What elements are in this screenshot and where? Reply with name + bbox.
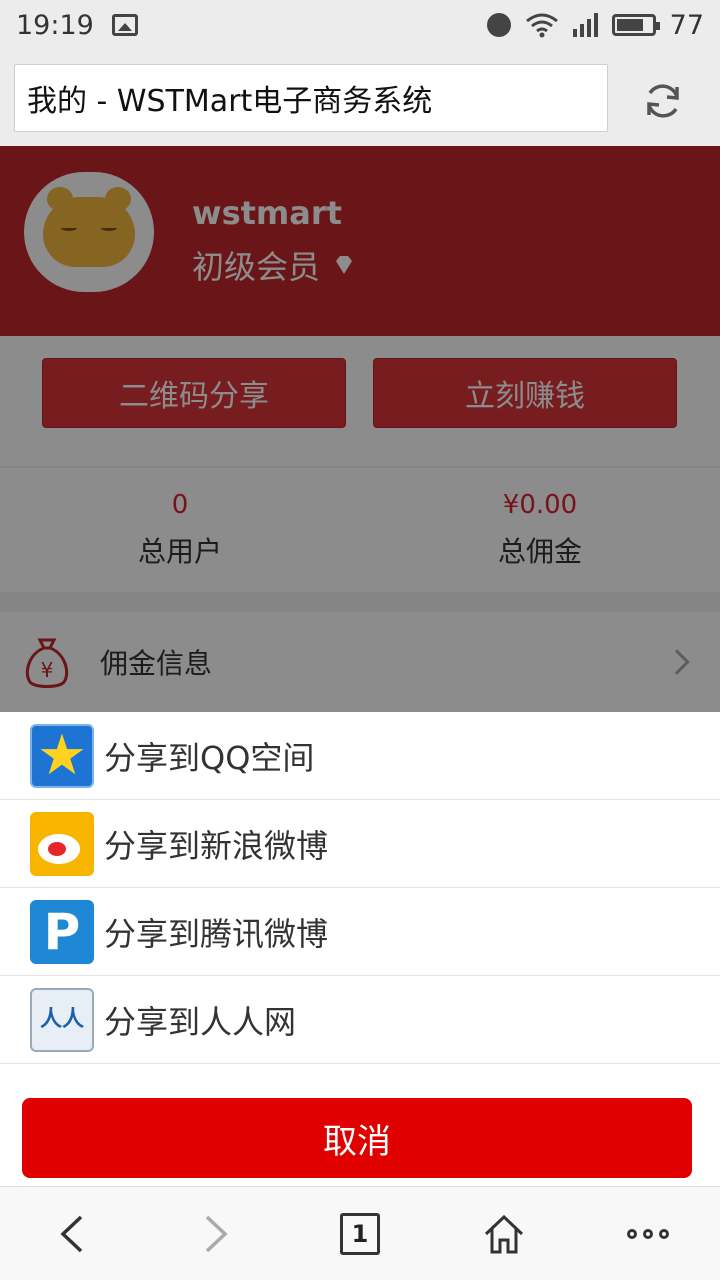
share-sheet: 分享到QQ空间 分享到新浪微博 分享到腾讯微博 分享到人人网 取消	[0, 712, 720, 1186]
alarm-icon	[486, 13, 511, 37]
renren-icon	[30, 987, 94, 1052]
share-tencent-weibo-item[interactable]: 分享到腾讯微博	[0, 888, 720, 976]
back-button[interactable]	[42, 1204, 102, 1264]
share-label: 分享到人人网	[104, 1002, 297, 1041]
share-label: 分享到新浪微博	[104, 826, 329, 865]
tencent-weibo-icon	[30, 899, 94, 964]
status-bar: 19:19 77	[0, 0, 720, 50]
wifi-icon	[525, 13, 558, 38]
modal-backdrop[interactable]	[0, 146, 720, 712]
forward-button[interactable]	[186, 1204, 246, 1264]
more-icon	[627, 1228, 669, 1239]
status-time: 19:19	[16, 9, 94, 41]
cancel-button[interactable]: 取消	[22, 1098, 692, 1178]
status-indicators: 77	[486, 9, 704, 41]
share-label: 分享到QQ空间	[104, 738, 315, 777]
chevron-right-icon	[205, 1215, 228, 1252]
browser-bottom-nav: 1	[0, 1186, 720, 1280]
share-label: 分享到腾讯微博	[104, 914, 329, 953]
signal-4g-icon	[572, 13, 598, 37]
page-title-field[interactable]: 我的 - WSTMart电子商务系统	[14, 64, 608, 132]
battery-icon	[611, 14, 660, 36]
share-qzone-item[interactable]: 分享到QQ空间	[0, 712, 720, 800]
qzone-icon	[30, 723, 94, 788]
sina-weibo-icon	[30, 811, 94, 876]
tabs-button[interactable]: 1	[330, 1204, 390, 1264]
tab-count: 1	[340, 1212, 380, 1255]
browser-address-bar: 我的 - WSTMart电子商务系统	[0, 50, 720, 146]
share-sina-weibo-item[interactable]: 分享到新浪微博	[0, 800, 720, 888]
refresh-button[interactable]	[638, 76, 688, 126]
chevron-left-icon	[60, 1215, 83, 1252]
more-menu-button[interactable]	[618, 1204, 678, 1264]
share-renren-item[interactable]: 分享到人人网	[0, 976, 720, 1064]
image-notification-icon	[111, 14, 138, 36]
battery-level: 77	[669, 9, 704, 41]
home-icon	[484, 1214, 524, 1253]
home-button[interactable]	[474, 1204, 534, 1264]
refresh-icon	[647, 84, 679, 118]
